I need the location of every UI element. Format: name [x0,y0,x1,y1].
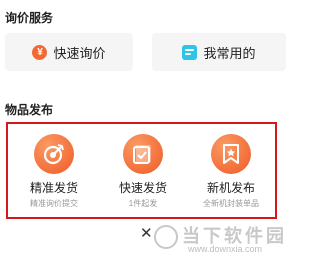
precise-ship-button[interactable]: 精准发货 精准询价提交 [16,134,92,209]
yen-icon: ¥ [32,44,48,60]
bookmark-star-icon [211,134,251,174]
my-common-label: 我常用的 [203,45,256,61]
watermark: ✕ 当下软件园 www.downxia.com [140,221,288,257]
chat-list-icon [182,44,198,60]
fast-ship-button[interactable]: 快速发货 1件起发 [105,134,181,209]
close-icon[interactable]: ✕ [140,224,153,242]
watermark-logo-icon [154,225,178,249]
new-device-publish-label: 新机发布 [206,181,255,195]
precise-ship-label: 精准发货 [29,181,78,195]
target-icon [34,134,74,174]
my-common-button[interactable]: 我常用的 [152,33,286,71]
publish-highlight-box: 精准发货 精准询价提交 快速发货 1件起发 新机发布 全新机封装单品 [6,122,277,219]
publish-section-title: 物品发布 [5,103,54,117]
quick-inquiry-label: 快速询价 [53,45,106,61]
checkbox-icon [123,134,163,174]
quick-inquiry-button[interactable]: ¥ 快速询价 [5,33,133,71]
precise-ship-subtitle: 精准询价提交 [30,199,78,208]
new-device-publish-button[interactable]: 新机发布 全新机封装单品 [193,134,269,209]
inquiry-section-title: 询价服务 [5,11,54,25]
new-device-publish-subtitle: 全新机封装单品 [203,199,259,208]
fast-ship-label: 快速发货 [118,181,167,195]
fast-ship-subtitle: 1件起发 [128,199,158,208]
watermark-url: www.downxia.com [188,244,263,254]
